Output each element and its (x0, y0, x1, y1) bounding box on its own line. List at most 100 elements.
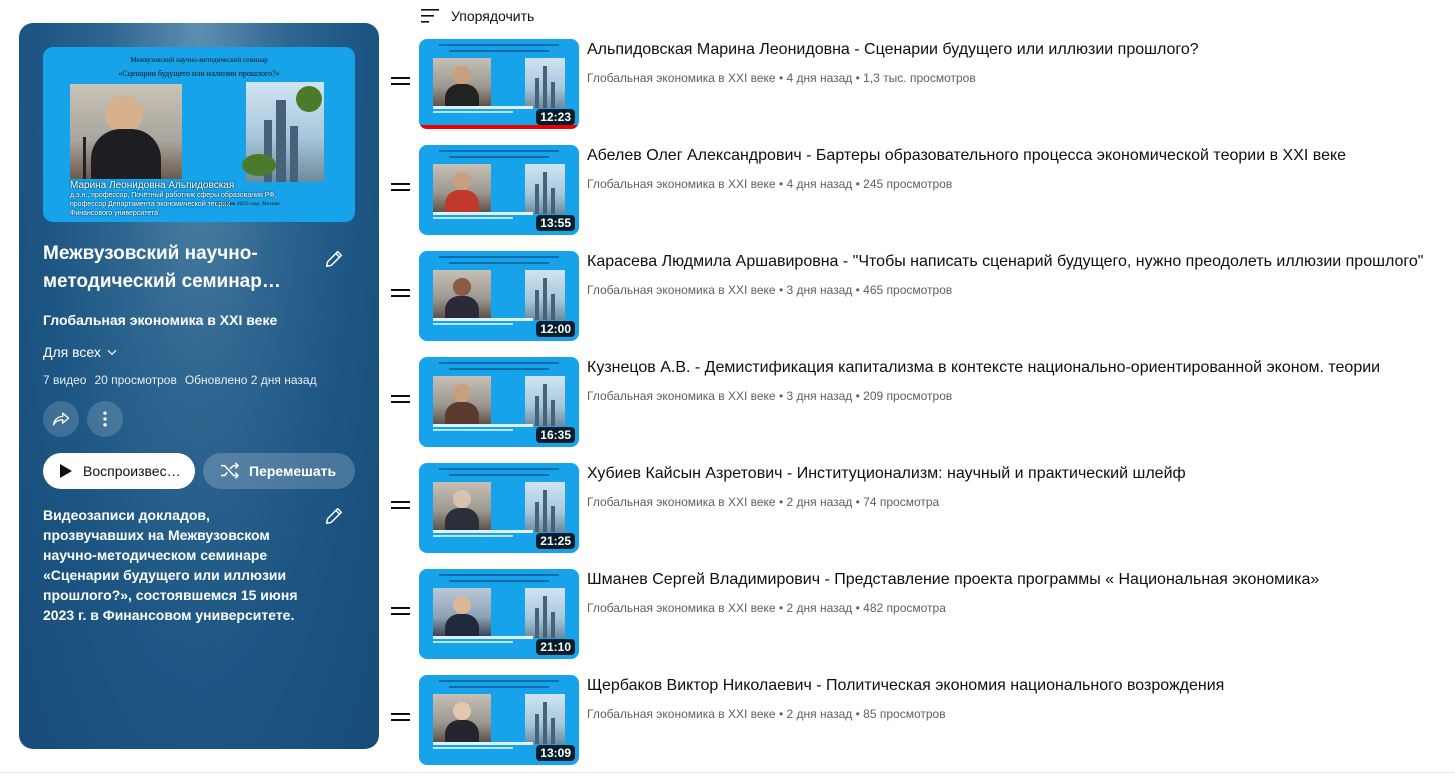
playlist-video-item[interactable]: 12:23 Альпидовская Марина Леонидовна - С… (390, 39, 1450, 129)
shuffle-label: Перемешать (249, 463, 337, 479)
cover-speaker-line2: д.э.н., профессор, Почётный работник сфе… (70, 192, 277, 199)
playlist-owner[interactable]: Глобальная экономика в XXI веке (43, 312, 277, 328)
cover-microphone (83, 137, 86, 179)
video-channel[interactable]: Глобальная экономика в XXI веке (587, 177, 776, 191)
video-duration: 21:25 (536, 533, 575, 549)
drag-handle-icon[interactable] (391, 501, 410, 513)
video-views: 245 просмотров (863, 177, 953, 191)
video-age: 3 дня назад (786, 389, 853, 403)
sort-label: Упорядочить (451, 8, 535, 24)
sort-button[interactable]: Упорядочить (421, 8, 534, 24)
video-views: 85 просмотров (863, 707, 946, 721)
video-duration: 21:10 (536, 639, 575, 655)
play-icon (60, 464, 72, 478)
video-meta: Глобальная экономика в XXI веке • 3 дня … (587, 283, 953, 297)
share-button[interactable] (43, 401, 79, 437)
video-views: 482 просмотра (863, 601, 946, 615)
video-views: 74 просмотра (863, 495, 940, 509)
video-duration: 16:35 (536, 427, 575, 443)
view-count: 20 просмотров (94, 373, 177, 387)
more-actions-button[interactable] (87, 401, 123, 437)
video-duration: 12:00 (536, 321, 575, 337)
video-title[interactable]: Альпидовская Марина Леонидовна - Сценари… (587, 41, 1199, 59)
video-title[interactable]: Карасева Людмила Аршавировна - "Чтобы на… (587, 253, 1423, 271)
video-channel[interactable]: Глобальная экономика в XXI веке (587, 389, 776, 403)
privacy-label: Для всех (43, 344, 101, 360)
drag-handle-icon[interactable] (391, 77, 410, 89)
video-meta: Глобальная экономика в XXI веке • 2 дня … (587, 707, 946, 721)
cover-speaker-line4: Финансового университета (70, 210, 159, 217)
playlist-video-item[interactable]: 13:09 Щербаков Виктор Николаевич - Полит… (390, 675, 1450, 765)
video-views: 1,3 тыс. просмотров (863, 71, 976, 85)
video-duration: 13:55 (536, 215, 575, 231)
drag-handle-icon[interactable] (391, 289, 410, 301)
cover-city-painting (242, 82, 324, 182)
share-icon (52, 412, 70, 426)
video-meta: Глобальная экономика в XXI веке • 4 дня … (587, 177, 953, 191)
video-meta: Глобальная экономика в XXI веке • 4 дня … (587, 71, 976, 85)
chevron-down-icon (107, 349, 117, 356)
video-age: 2 дня назад (786, 707, 853, 721)
playlist-title: Межвузовский научно-методический семинар… (43, 243, 281, 292)
edit-title-icon[interactable] (323, 248, 345, 270)
video-thumbnail[interactable]: 21:10 (419, 569, 579, 659)
video-duration: 13:09 (536, 745, 575, 761)
updated-time: Обновлено 2 дня назад (184, 373, 317, 387)
video-title[interactable]: Абелев Олег Александрович - Бартеры обра… (587, 147, 1346, 165)
video-thumbnail[interactable]: 12:00 (419, 251, 579, 341)
playlist-video-item[interactable]: 12:00 Карасева Людмила Аршавировна - "Чт… (390, 251, 1450, 341)
video-title[interactable]: Кузнецов А.В. - Демистификация капитализ… (587, 359, 1380, 377)
video-channel[interactable]: Глобальная экономика в XXI веке (587, 707, 776, 721)
video-age: 4 дня назад (786, 177, 853, 191)
video-channel[interactable]: Глобальная экономика в XXI веке (587, 283, 776, 297)
cover-speaker-head (105, 95, 143, 133)
shuffle-icon (221, 462, 239, 479)
video-title[interactable]: Хубиев Кайсын Азретович - Институционали… (587, 465, 1186, 483)
playlist-video-item[interactable]: 21:25 Хубиев Кайсын Азретович - Институц… (390, 463, 1450, 553)
video-meta: Глобальная экономика в XXI веке • 3 дня … (587, 389, 953, 403)
video-channel[interactable]: Глобальная экономика в XXI веке (587, 601, 776, 615)
cover-header-line2: «Сценарии будущего или иллюзии прошлого?… (118, 69, 280, 78)
video-thumbnail[interactable]: 16:35 (419, 357, 579, 447)
playlist-video-item[interactable]: 13:55 Абелев Олег Александрович - Бартер… (390, 145, 1450, 235)
video-title[interactable]: Шманев Сергей Владимирович - Представлен… (587, 571, 1319, 589)
cover-caption: Марина Леонидовна Альпидовская д.э.н., п… (70, 180, 330, 218)
video-channel[interactable]: Глобальная экономика в XXI веке (587, 495, 776, 509)
video-thumbnail[interactable]: 13:55 (419, 145, 579, 235)
watch-progress-bar (419, 125, 579, 129)
drag-handle-icon[interactable] (391, 607, 410, 619)
playlist-panel: Межвузовский научно-методический семинар… (19, 23, 379, 749)
drag-handle-icon[interactable] (391, 183, 410, 195)
video-meta: Глобальная экономика в XXI веке • 2 дня … (587, 601, 946, 615)
video-thumbnail[interactable]: 21:25 (419, 463, 579, 553)
video-meta: Глобальная экономика в XXI веке • 2 дня … (587, 495, 940, 509)
edit-description-icon[interactable] (323, 505, 345, 527)
video-age: 2 дня назад (786, 601, 853, 615)
video-thumbnail[interactable]: 13:09 (419, 675, 579, 765)
video-views: 209 просмотров (863, 389, 953, 403)
drag-handle-icon[interactable] (391, 713, 410, 725)
shuffle-button[interactable]: Перемешать (203, 453, 355, 489)
playlist-video-item[interactable]: 16:35 Кузнецов А.В. - Демистификация кап… (390, 357, 1450, 447)
cover-header-line1: Межвузовский научно-методический семинар (130, 56, 268, 64)
playlist-description: Видеозаписи докладов, прозвучавших на Ме… (43, 507, 298, 623)
privacy-dropdown[interactable]: Для всех (43, 344, 119, 360)
play-all-button[interactable]: Воспроизвес… (43, 453, 195, 489)
video-age: 3 дня назад (786, 283, 853, 297)
video-channel[interactable]: Глобальная экономика в XXI веке (587, 71, 776, 85)
more-vert-icon (103, 411, 107, 427)
cover-speaker-line3: профессор Департамента экономической тео… (70, 201, 231, 208)
video-age: 4 дня назад (786, 71, 853, 85)
cover-date: 15 июня 2023 года, Москва (216, 201, 280, 207)
playlist-video-item[interactable]: 21:10 Шманев Сергей Владимирович - Предс… (390, 569, 1450, 659)
video-thumbnail[interactable]: 12:23 (419, 39, 579, 129)
drag-handle-icon[interactable] (391, 395, 410, 407)
sort-icon (421, 9, 439, 23)
playlist-cover-thumbnail[interactable]: Межвузовский научно-методический семинар… (43, 47, 355, 222)
video-duration: 12:23 (536, 109, 575, 125)
video-title[interactable]: Щербаков Виктор Николаевич - Политическа… (587, 677, 1224, 695)
video-count: 7 видео (43, 373, 87, 387)
cover-speaker-body (91, 129, 161, 179)
playlist-stats: 7 видео 20 просмотров Обновлено 2 дня на… (43, 373, 317, 387)
video-views: 465 просмотров (863, 283, 953, 297)
